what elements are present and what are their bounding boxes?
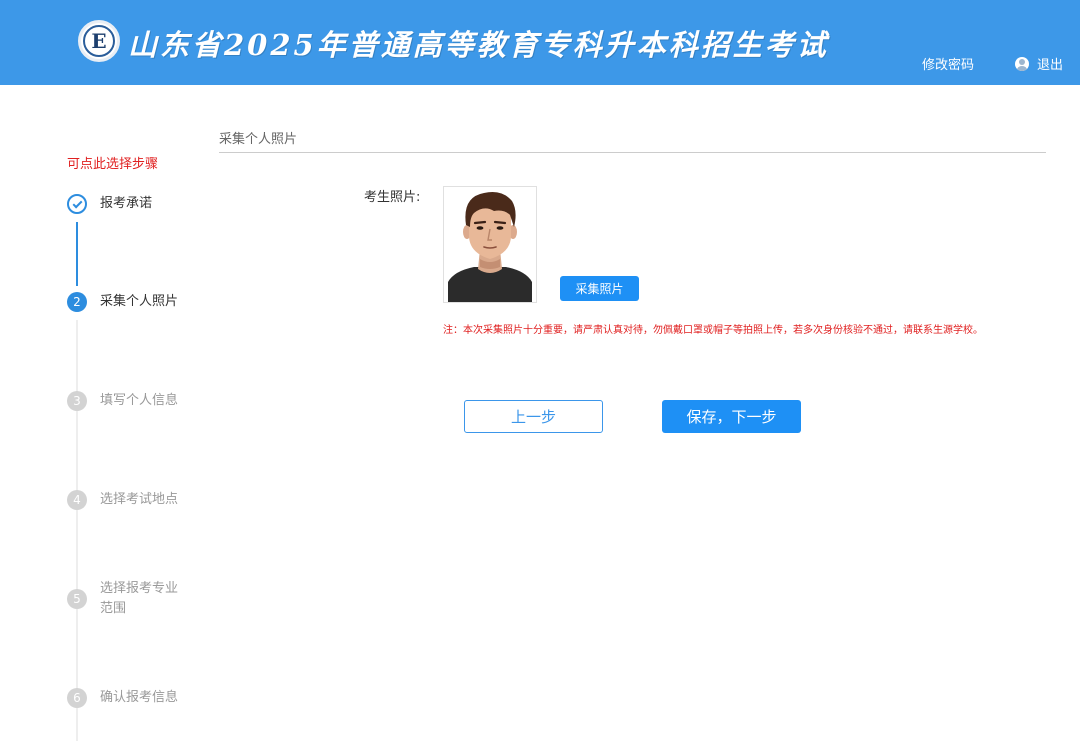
step-2-label: 采集个人照片	[100, 294, 179, 309]
sidebar-step-5[interactable]: 5 选择报考专业 范围	[67, 581, 178, 619]
sidebar-step-4[interactable]: 4 选择考试地点	[67, 490, 178, 510]
candidate-portrait-icon	[444, 187, 536, 302]
sidebar-step-1[interactable]: 报考承诺	[67, 194, 152, 214]
step-6-label: 确认报考信息	[100, 690, 179, 705]
step-connector-done	[76, 222, 78, 286]
step-3-number: 3	[67, 391, 87, 411]
step-6-number: 6	[67, 688, 87, 708]
capture-photo-button[interactable]: 采集照片	[560, 276, 639, 301]
candidate-photo	[443, 186, 537, 303]
logout-link[interactable]: 退出	[1015, 54, 1063, 73]
section-divider	[219, 152, 1046, 153]
exam-logo-icon: E	[78, 20, 120, 62]
save-next-button[interactable]: 保存，下一步	[662, 400, 801, 433]
step-4-label: 选择考试地点	[100, 492, 179, 507]
photo-notice: 注：本次采集照片十分重要，请严肃认真对待，勿佩戴口罩或帽子等拍照上传，若多次身份…	[443, 325, 983, 336]
site-title: 山东省2025年普通高等教育专科升本科招生考试	[128, 28, 829, 62]
sidebar-step-3[interactable]: 3 填写个人信息	[67, 391, 178, 411]
top-header: E 山东省2025年普通高等教育专科升本科招生考试 修改密码 退出	[0, 0, 1080, 85]
step-connector-pending	[76, 320, 78, 741]
step-2-number: 2	[67, 292, 87, 312]
sidebar-step-6[interactable]: 6 确认报考信息	[67, 688, 178, 708]
logout-label: 退出	[1037, 58, 1064, 73]
logo-letter: E	[83, 25, 115, 57]
step-5-number: 5	[67, 589, 87, 609]
step-5-label: 选择报考专业 范围	[100, 581, 179, 616]
step-1-label: 报考承诺	[100, 196, 153, 211]
step-1-check-icon	[67, 194, 87, 214]
step-3-label: 填写个人信息	[100, 393, 179, 408]
change-password-link[interactable]: 修改密码	[922, 54, 974, 73]
photo-label: 考生照片:	[364, 190, 421, 205]
previous-step-button[interactable]: 上一步	[464, 400, 603, 433]
step-select-hint: 可点此选择步骤	[67, 157, 159, 172]
sidebar-step-2[interactable]: 2 采集个人照片	[67, 292, 178, 312]
user-icon	[1015, 56, 1029, 71]
section-title: 采集个人照片	[219, 132, 298, 147]
step-4-number: 4	[67, 490, 87, 510]
